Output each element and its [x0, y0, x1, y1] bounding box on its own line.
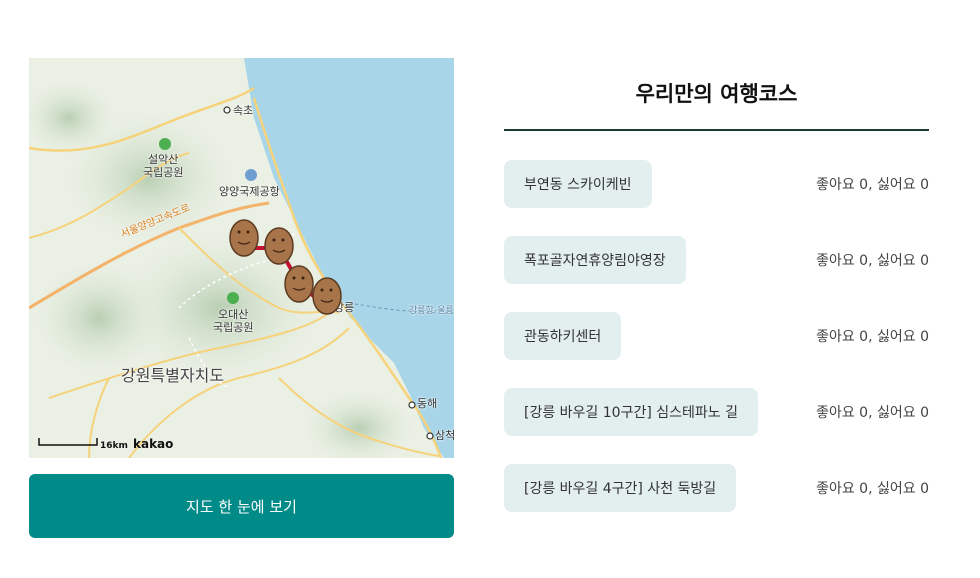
course-item: 폭포골자연휴양림야영장 좋아요 0, 싫어요 0 — [504, 236, 929, 284]
course-item-name[interactable]: [강릉 바우길 10구간] 심스테파노 길 — [504, 388, 758, 436]
potato-marker-icon[interactable] — [312, 277, 342, 315]
map-label-samcheok: 삼척 — [435, 429, 454, 442]
course-item-name[interactable]: 부연동 스카이케빈 — [504, 160, 652, 208]
map-label-seorak: 설악산 국립공원 — [143, 153, 184, 180]
course-item: [강릉 바우길 4구간] 사천 둑방길 좋아요 0, 싫어요 0 — [504, 464, 929, 512]
course-item-name[interactable]: 폭포골자연휴양림야영장 — [504, 236, 686, 284]
map-scale-label: 16km — [100, 441, 128, 451]
view-map-button[interactable]: 지도 한 눈에 보기 — [29, 474, 454, 538]
map-label-airport: 양양국제공항 — [219, 185, 280, 198]
course-item-votes: 좋아요 0, 싫어요 0 — [816, 253, 929, 269]
course-item-name[interactable]: 관동하키센터 — [504, 312, 622, 360]
course-divider — [504, 129, 929, 131]
map-label-odae: 오대산 국립공원 — [213, 308, 254, 335]
course-item: 부연동 스카이케빈 좋아요 0, 싫어요 0 — [504, 160, 929, 208]
course-item: [강릉 바우길 10구간] 심스테파노 길 좋아요 0, 싫어요 0 — [504, 388, 929, 436]
map-base — [29, 58, 454, 458]
map-label-province: 강원특별자치도 — [121, 366, 225, 385]
course-map[interactable]: 속초 설악산 국립공원 양양국제공항 서울양양고속도로 오대산 국립공원 강원특… — [29, 58, 454, 458]
map-label-port: 강릉항-울릉 — [409, 306, 454, 316]
course-item-name[interactable]: [강릉 바우길 4구간] 사천 둑방길 — [504, 464, 737, 512]
potato-marker-icon[interactable] — [284, 265, 314, 303]
potato-marker-icon[interactable] — [229, 219, 259, 257]
course-item-votes: 좋아요 0, 싫어요 0 — [816, 405, 929, 421]
course-item-votes: 좋아요 0, 싫어요 0 — [816, 481, 929, 497]
potato-marker-icon[interactable] — [264, 227, 294, 265]
course-item-votes: 좋아요 0, 싫어요 0 — [816, 177, 929, 193]
map-label-donghae: 동해 — [417, 397, 438, 410]
kakao-logo: kakao — [133, 437, 174, 451]
course-item-votes: 좋아요 0, 싫어요 0 — [816, 329, 929, 345]
course-item: 관동하키센터 좋아요 0, 싫어요 0 — [504, 312, 929, 360]
course-title: 우리만의 여행코스 — [635, 82, 798, 106]
map-label-sokcho: 속초 — [233, 104, 254, 117]
